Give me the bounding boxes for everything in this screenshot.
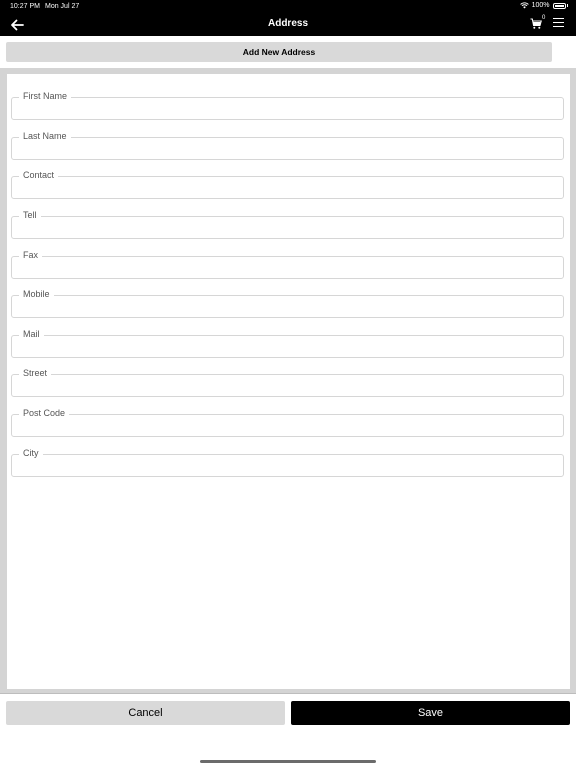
fax-field[interactable]: Fax — [11, 250, 564, 279]
tell-label: Tell — [19, 210, 41, 221]
mobile-field[interactable]: Mobile — [11, 289, 564, 318]
hamburger-menu-icon[interactable] — [553, 18, 564, 28]
city-label: City — [19, 448, 43, 459]
first-name-field[interactable]: First Name — [11, 91, 564, 120]
status-time: 10:27 PM — [10, 3, 40, 10]
cancel-button[interactable]: Cancel — [6, 701, 285, 725]
post-code-field[interactable]: Post Code — [11, 408, 564, 437]
cart-count-badge: 0 — [542, 15, 546, 21]
status-indicators: 100% — [519, 2, 568, 9]
battery-nub — [566, 4, 568, 7]
cart-icon[interactable] — [530, 18, 542, 30]
tell-input[interactable] — [11, 216, 564, 239]
city-input[interactable] — [11, 454, 564, 477]
mobile-input[interactable] — [11, 295, 564, 318]
tell-field[interactable]: Tell — [11, 210, 564, 239]
home-indicator[interactable] — [200, 760, 376, 763]
last-name-input[interactable] — [11, 137, 564, 160]
fax-label: Fax — [19, 250, 43, 261]
wifi-icon — [519, 2, 529, 9]
save-button[interactable]: Save — [291, 701, 570, 725]
mail-label: Mail — [19, 329, 44, 340]
first-name-input[interactable] — [11, 97, 564, 120]
address-form-frame: First Name Last Name Contact Tell Fax Mo… — [0, 68, 576, 693]
battery-icon — [552, 2, 566, 9]
battery-percent: 100% — [531, 2, 550, 9]
action-bar: Cancel Save — [0, 694, 576, 768]
last-name-label: Last Name — [19, 131, 71, 142]
contact-label: Contact — [19, 170, 59, 181]
mail-input[interactable] — [11, 335, 564, 358]
last-name-field[interactable]: Last Name — [11, 131, 564, 160]
status-date: Mon Jul 27 — [45, 3, 80, 10]
page-title: Address — [267, 18, 308, 29]
nav-bar: Address 0 — [0, 14, 576, 36]
first-name-label: First Name — [19, 91, 72, 102]
status-bar: 10:27 PM Mon Jul 27 100% — [0, 0, 576, 14]
mail-field[interactable]: Mail — [11, 329, 564, 358]
address-form: First Name Last Name Contact Tell Fax Mo… — [7, 74, 570, 689]
street-label: Street — [19, 368, 52, 379]
city-field[interactable]: City — [11, 448, 564, 477]
contact-field[interactable]: Contact — [11, 170, 564, 199]
add-address-bar: Add New Address — [0, 36, 576, 68]
post-code-label: Post Code — [19, 408, 70, 419]
contact-input[interactable] — [11, 176, 564, 199]
street-input[interactable] — [11, 374, 564, 397]
mobile-label: Mobile — [19, 289, 54, 300]
add-new-address-button[interactable]: Add New Address — [6, 42, 552, 62]
fax-input[interactable] — [11, 256, 564, 279]
street-field[interactable]: Street — [11, 368, 564, 397]
post-code-input[interactable] — [11, 414, 564, 437]
